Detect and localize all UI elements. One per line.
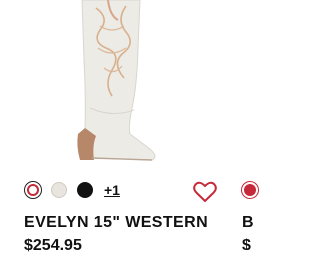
swatch-white-with-red[interactable] (24, 181, 42, 199)
swatch-black[interactable] (76, 181, 94, 199)
swatch-dot (51, 182, 67, 198)
next-product-swatch[interactable] (241, 181, 259, 199)
next-product-price: $ (242, 237, 251, 250)
color-swatches: +1 (24, 181, 120, 199)
swatch-dot (77, 182, 93, 198)
product-price: $254.95 (24, 237, 82, 254)
heart-icon (193, 181, 217, 202)
next-product-card[interactable]: B $ (236, 0, 266, 250)
boot-image (77, 0, 156, 161)
more-colors-link[interactable]: +1 (104, 181, 120, 199)
wishlist-button[interactable] (193, 181, 217, 203)
product-image[interactable] (0, 0, 230, 168)
swatch-dot (244, 184, 256, 196)
product-title[interactable]: EVELYN 15" WESTERN (24, 214, 208, 232)
swatch-dot (27, 184, 39, 196)
next-product-title[interactable]: B (242, 214, 254, 232)
product-card[interactable]: +1 EVELYN 15" WESTERN $254.95 (0, 0, 230, 254)
swatch-bone[interactable] (50, 181, 68, 199)
